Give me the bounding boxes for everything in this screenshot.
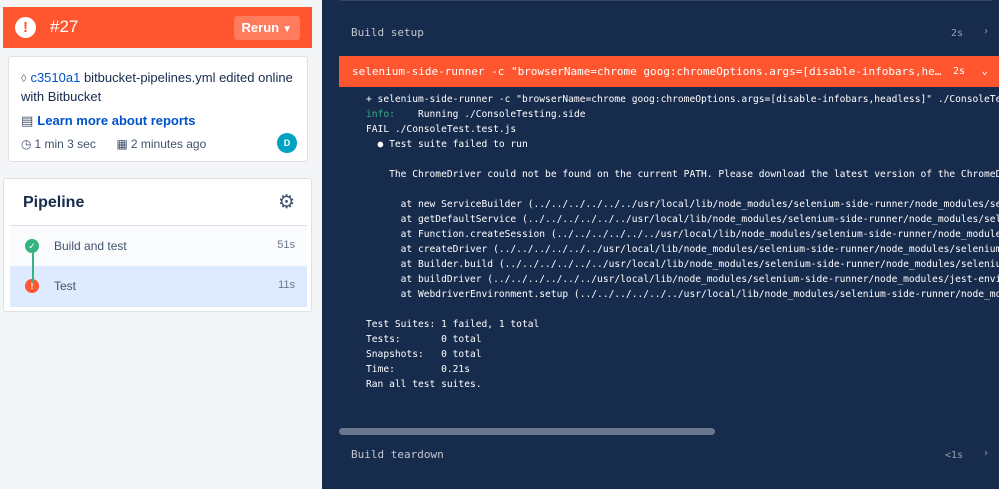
chevron-down-icon: ▼ xyxy=(282,24,292,35)
command-time: 2s xyxy=(952,66,965,77)
log-line: Snapshots: 0 total xyxy=(366,349,482,360)
log-output: + selenium-side-runner -c "browserName=c… xyxy=(366,92,999,392)
log-line: FAIL ./ConsoleTest.test.js xyxy=(366,124,517,135)
section-time: 2s xyxy=(950,28,963,39)
commit-line: ◊ c3510a1 bitbucket-pipelines.yml edited … xyxy=(21,69,301,106)
log-line: Tests: 0 total xyxy=(366,334,482,345)
chevron-right-icon: › xyxy=(982,26,989,37)
log-line: Test Suites: 1 failed, 1 total xyxy=(366,319,540,330)
step-connector xyxy=(32,251,34,283)
chevron-down-icon: ⌄ xyxy=(981,64,988,77)
section-label: Build setup xyxy=(351,26,424,39)
step-name: Build and test xyxy=(54,239,127,253)
log-line: at createDriver (../../../../../../usr/l… xyxy=(366,244,999,255)
build-duration: 1 min 3 sec xyxy=(34,137,96,151)
build-status-header: ! #27 Rerun ▼ xyxy=(3,7,312,48)
pipeline-title: Pipeline xyxy=(23,194,85,211)
pipeline-step-build-and-test[interactable]: ✓ Build and test 51s xyxy=(10,225,307,266)
build-info-card: ◊ c3510a1 bitbucket-pipelines.yml edited … xyxy=(8,56,308,162)
log-line: ● Test suite failed to run xyxy=(366,139,528,150)
calendar-icon: ▦ xyxy=(116,137,128,151)
reports-link-label: Learn more about reports xyxy=(37,113,196,128)
log-line: The ChromeDriver could not be found on t… xyxy=(366,169,999,180)
log-line: at Builder.build (../../../../../../usr/… xyxy=(366,259,999,270)
log-line: at WebdriverEnvironment.setup (../../../… xyxy=(366,289,999,300)
log-line: Ran all test suites. xyxy=(366,379,482,390)
chevron-right-icon: › xyxy=(982,448,989,459)
build-sidebar: ! #27 Rerun ▼ ◊ c3510a1 bitbucket-pipeline… xyxy=(0,0,322,489)
section-label: Build teardown xyxy=(351,448,444,461)
section-time: <1s xyxy=(944,450,963,461)
reports-link[interactable]: ▤ Learn more about reports xyxy=(21,113,196,129)
rerun-button[interactable]: Rerun ▼ xyxy=(233,16,300,40)
log-line: at getDefaultService (../../../../../../… xyxy=(366,214,999,225)
log-line: at Function.createSession (../../../../.… xyxy=(366,229,999,240)
step-name: Test xyxy=(54,279,77,293)
rerun-label: Rerun xyxy=(241,20,280,35)
log-panel: Build setup 2s › selenium-side-runner -c… xyxy=(322,0,999,489)
error-icon: ! xyxy=(15,17,36,38)
pipeline-card: Pipeline ⚙ ✓ Build and test 51s ! Test 1… xyxy=(3,178,312,312)
log-line: at new ServiceBuilder (../../../../../..… xyxy=(366,199,999,210)
step-duration: 51s xyxy=(277,239,295,251)
commit-hash-link[interactable]: c3510a1 xyxy=(30,70,80,85)
clock-icon: ◷ xyxy=(21,137,32,151)
reports-icon: ▤ xyxy=(21,113,34,128)
divider xyxy=(340,0,992,3)
avatar[interactable]: D xyxy=(277,133,297,153)
command-text: selenium-side-runner -c "browserName=chr… xyxy=(352,65,942,78)
gear-icon[interactable]: ⚙ xyxy=(278,191,295,214)
build-setup-section[interactable]: Build setup 2s › xyxy=(340,22,999,42)
build-meta: ◷ 1 min 3 sec ▦ 2 minutes ago xyxy=(21,137,206,151)
build-started: 2 minutes ago xyxy=(130,137,207,151)
step-duration: 11s xyxy=(278,279,295,291)
build-number: #27 xyxy=(50,17,79,36)
build-teardown-section[interactable]: Build teardown <1s › xyxy=(340,444,999,464)
log-line: at buildDriver (../../../../../../usr/lo… xyxy=(366,274,999,285)
commit-icon: ◊ xyxy=(21,73,27,85)
failed-command-header[interactable]: selenium-side-runner -c "browserName=chr… xyxy=(339,56,999,87)
pipeline-step-test[interactable]: ! Test 11s xyxy=(10,266,307,307)
log-line: + selenium-side-runner -c "browserName=c… xyxy=(366,94,999,105)
horizontal-scrollbar[interactable] xyxy=(339,428,715,435)
log-line: info: Running ./ConsoleTesting.side xyxy=(366,109,586,120)
log-line: Time: 0.21s xyxy=(366,364,470,375)
